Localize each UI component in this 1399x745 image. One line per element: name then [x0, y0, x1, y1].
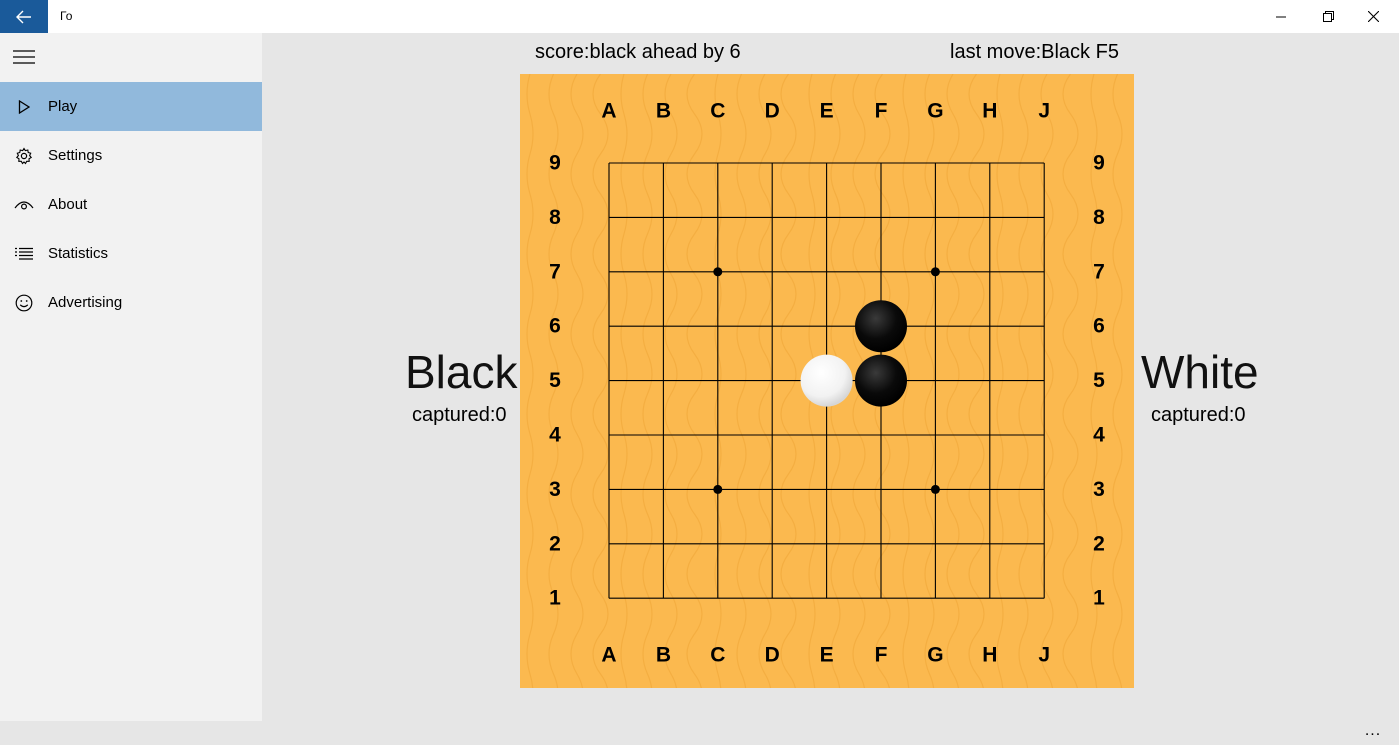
nav-item-about[interactable]: About	[0, 180, 262, 229]
row-label-right: 3	[1093, 478, 1105, 501]
column-label-bottom: A	[601, 644, 616, 667]
white-captured: captured:0	[1151, 404, 1246, 426]
nav-label-settings: Settings	[48, 147, 103, 164]
column-label-bottom: F	[875, 644, 888, 667]
nav-item-play[interactable]: Play	[0, 82, 262, 131]
star-point-G7	[930, 267, 940, 277]
window-title: Го	[60, 9, 73, 23]
column-label-bottom: E	[820, 644, 834, 667]
nav-label-statistics: Statistics	[48, 245, 109, 262]
title-bar: Го	[0, 0, 1399, 33]
row-label-right: 6	[1093, 315, 1105, 338]
score-text: score:black ahead by 6	[535, 41, 741, 63]
hamburger-button[interactable]	[0, 33, 48, 81]
star-point-C7	[713, 267, 723, 277]
row-label-left: 2	[549, 532, 561, 555]
column-label-bottom: C	[710, 644, 725, 667]
nav-label-play: Play	[48, 98, 78, 115]
column-label-top: C	[710, 100, 725, 123]
black-stone-F5	[855, 354, 907, 407]
row-label-right: 7	[1093, 260, 1105, 283]
go-board[interactable]: A A B B C C D D E E F F G G H H J J 9 9 8 8 7 7 6 6 5 5 4 4 3 3 2 2 1 1	[520, 73, 1134, 715]
black-stone-F6	[855, 300, 907, 353]
column-label-top: H	[982, 100, 997, 123]
back-button[interactable]	[0, 0, 48, 33]
row-label-right: 4	[1093, 424, 1105, 447]
close-button[interactable]	[1350, 0, 1396, 33]
smiley-icon	[0, 278, 48, 327]
row-label-left: 1	[549, 587, 561, 610]
gear-icon	[0, 131, 48, 180]
black-captured: captured:0	[412, 404, 507, 426]
column-label-top: D	[765, 100, 780, 123]
row-label-left: 5	[549, 369, 561, 392]
column-label-top: E	[820, 100, 834, 123]
column-label-bottom: J	[1038, 644, 1050, 667]
row-label-right: 9	[1093, 152, 1105, 175]
column-label-bottom: G	[927, 644, 943, 667]
minimize-button[interactable]	[1258, 0, 1304, 33]
nav-item-statistics[interactable]: Statistics	[0, 229, 262, 278]
arrow-left-icon	[16, 10, 31, 23]
eye-icon	[0, 180, 48, 229]
row-label-right: 1	[1093, 587, 1105, 610]
restore-button[interactable]	[1305, 0, 1351, 33]
row-label-left: 3	[549, 478, 561, 501]
star-point-C3	[713, 484, 723, 494]
column-label-top: F	[875, 100, 888, 123]
black-player-name: Black	[405, 346, 518, 398]
star-point-G3	[930, 484, 940, 494]
row-label-right: 5	[1093, 369, 1105, 392]
nav-label-about: About	[48, 196, 88, 213]
navigation-pane: Play Settings About Statistics Advertisi…	[0, 33, 262, 721]
row-label-left: 4	[549, 424, 561, 447]
column-label-bottom: D	[765, 644, 780, 667]
close-icon	[1367, 11, 1379, 22]
row-label-left: 6	[549, 315, 561, 338]
nav-item-advertising[interactable]: Advertising	[0, 278, 262, 327]
column-label-bottom: B	[656, 644, 671, 667]
minimize-icon	[1276, 16, 1286, 17]
column-label-top: G	[927, 100, 943, 123]
row-label-right: 2	[1093, 532, 1105, 555]
column-label-bottom: H	[982, 644, 997, 667]
white-stone-E5	[800, 354, 853, 407]
row-label-left: 7	[549, 260, 561, 283]
row-label-left: 9	[549, 152, 561, 175]
row-label-left: 8	[549, 206, 561, 229]
bottom-bar	[0, 721, 1399, 745]
hamburger-icon	[13, 50, 35, 64]
last-move-text: last move:Black F5	[950, 41, 1119, 63]
column-label-top: J	[1038, 100, 1050, 123]
list-icon	[0, 229, 48, 278]
more-button[interactable]: ...	[1358, 723, 1388, 742]
play-icon	[0, 82, 48, 131]
restore-icon	[1322, 11, 1334, 22]
white-player-name: White	[1141, 346, 1259, 398]
column-label-top: A	[601, 100, 616, 123]
nav-label-advertising: Advertising	[48, 294, 123, 311]
nav-item-settings[interactable]: Settings	[0, 131, 262, 180]
column-label-top: B	[656, 100, 671, 123]
row-label-right: 8	[1093, 206, 1105, 229]
go-board-svg[interactable]: A A B B C C D D E E F F G G H H J J 9 9 8 8 7 7 6 6 5 5 4 4 3 3 2 2 1 1	[520, 73, 1134, 715]
